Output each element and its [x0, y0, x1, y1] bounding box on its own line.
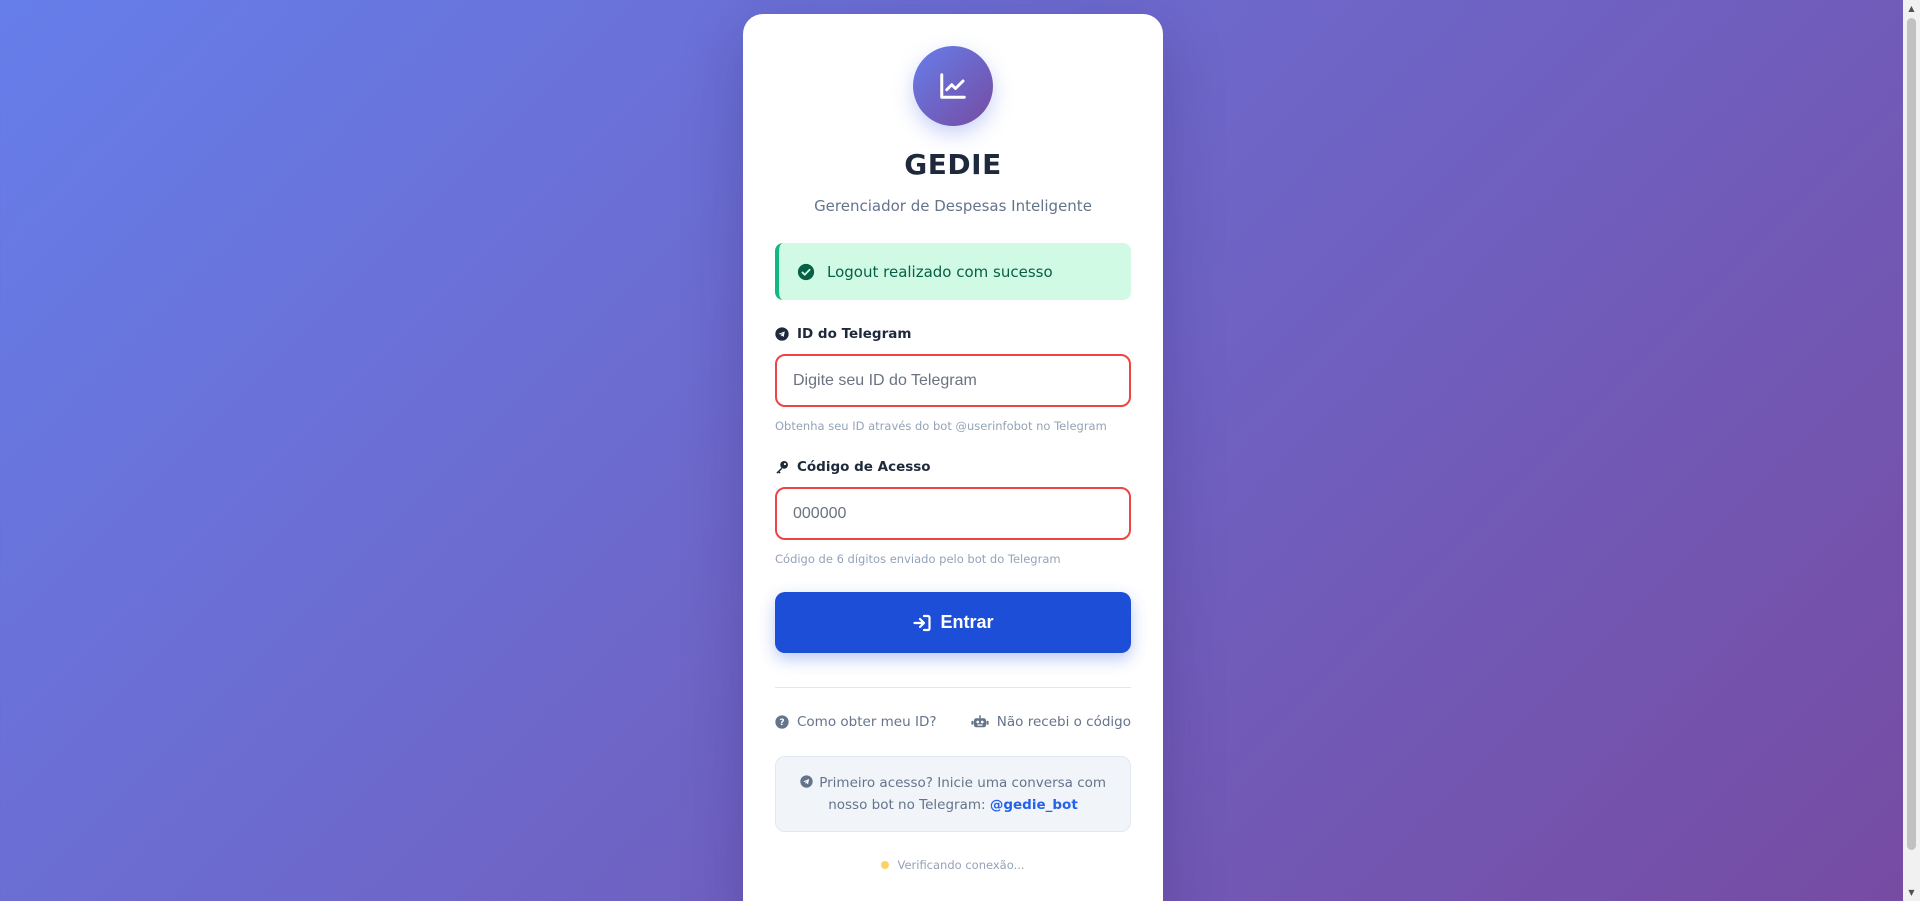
access-code-label: Código de Acesso — [775, 459, 1131, 475]
status-dot — [881, 861, 890, 869]
scrollbar-thumb[interactable] — [1907, 18, 1916, 850]
first-access-info: Primeiro acesso? Inicie uma conversa com… — [775, 756, 1131, 832]
success-alert: Logout realizado com sucesso — [775, 243, 1131, 300]
status-text: Verificando conexão... — [897, 858, 1025, 872]
login-button-label: Entrar — [940, 612, 994, 632]
access-code-label-text: Código de Acesso — [797, 459, 931, 475]
telegram-id-label-text: ID do Telegram — [797, 326, 912, 342]
divider — [775, 687, 1131, 688]
telegram-icon — [800, 774, 813, 795]
key-icon — [775, 460, 789, 474]
login-button[interactable]: Entrar — [775, 592, 1131, 653]
telegram-id-input[interactable] — [775, 354, 1131, 407]
check-circle-icon — [797, 263, 815, 281]
login-card: GEDIE Gerenciador de Despesas Inteligent… — [743, 14, 1163, 901]
connection-status: Verificando conexão... — [775, 858, 1131, 872]
app-title: GEDIE — [904, 148, 1002, 181]
alert-message: Logout realizado com sucesso — [827, 262, 1053, 281]
how-to-get-id-text: Como obter meu ID? — [797, 714, 937, 730]
how-to-get-id-link[interactable]: ? Como obter meu ID? — [775, 714, 937, 730]
access-code-group: Código de Acesso Código de 6 dígitos env… — [775, 459, 1131, 566]
scroll-down-arrow-icon[interactable]: ▼ — [1903, 884, 1920, 901]
app-subtitle: Gerenciador de Despesas Inteligente — [814, 197, 1092, 215]
robot-icon — [971, 715, 989, 729]
telegram-id-label: ID do Telegram — [775, 326, 1131, 342]
app-logo — [913, 46, 993, 126]
access-code-input[interactable] — [775, 487, 1131, 540]
access-code-hint: Código de 6 dígitos enviado pelo bot do … — [775, 552, 1061, 566]
chart-line-icon — [938, 71, 968, 101]
bot-handle-link[interactable]: @gedie_bot — [990, 797, 1078, 813]
question-circle-icon: ? — [775, 715, 789, 729]
telegram-id-group: ID do Telegram Obtenha seu ID através do… — [775, 326, 1131, 433]
page-scrollbar[interactable]: ▲ ▼ — [1903, 0, 1920, 901]
telegram-icon — [775, 327, 789, 341]
svg-text:?: ? — [779, 718, 784, 728]
sign-in-icon — [912, 613, 932, 633]
help-links: ? Como obter meu ID? Não recebi o código — [775, 714, 1131, 730]
no-code-link[interactable]: Não recebi o código — [971, 714, 1131, 730]
scroll-up-arrow-icon[interactable]: ▲ — [1903, 0, 1920, 17]
telegram-id-hint: Obtenha seu ID através do bot @userinfob… — [775, 419, 1107, 433]
no-code-text: Não recebi o código — [996, 714, 1131, 730]
